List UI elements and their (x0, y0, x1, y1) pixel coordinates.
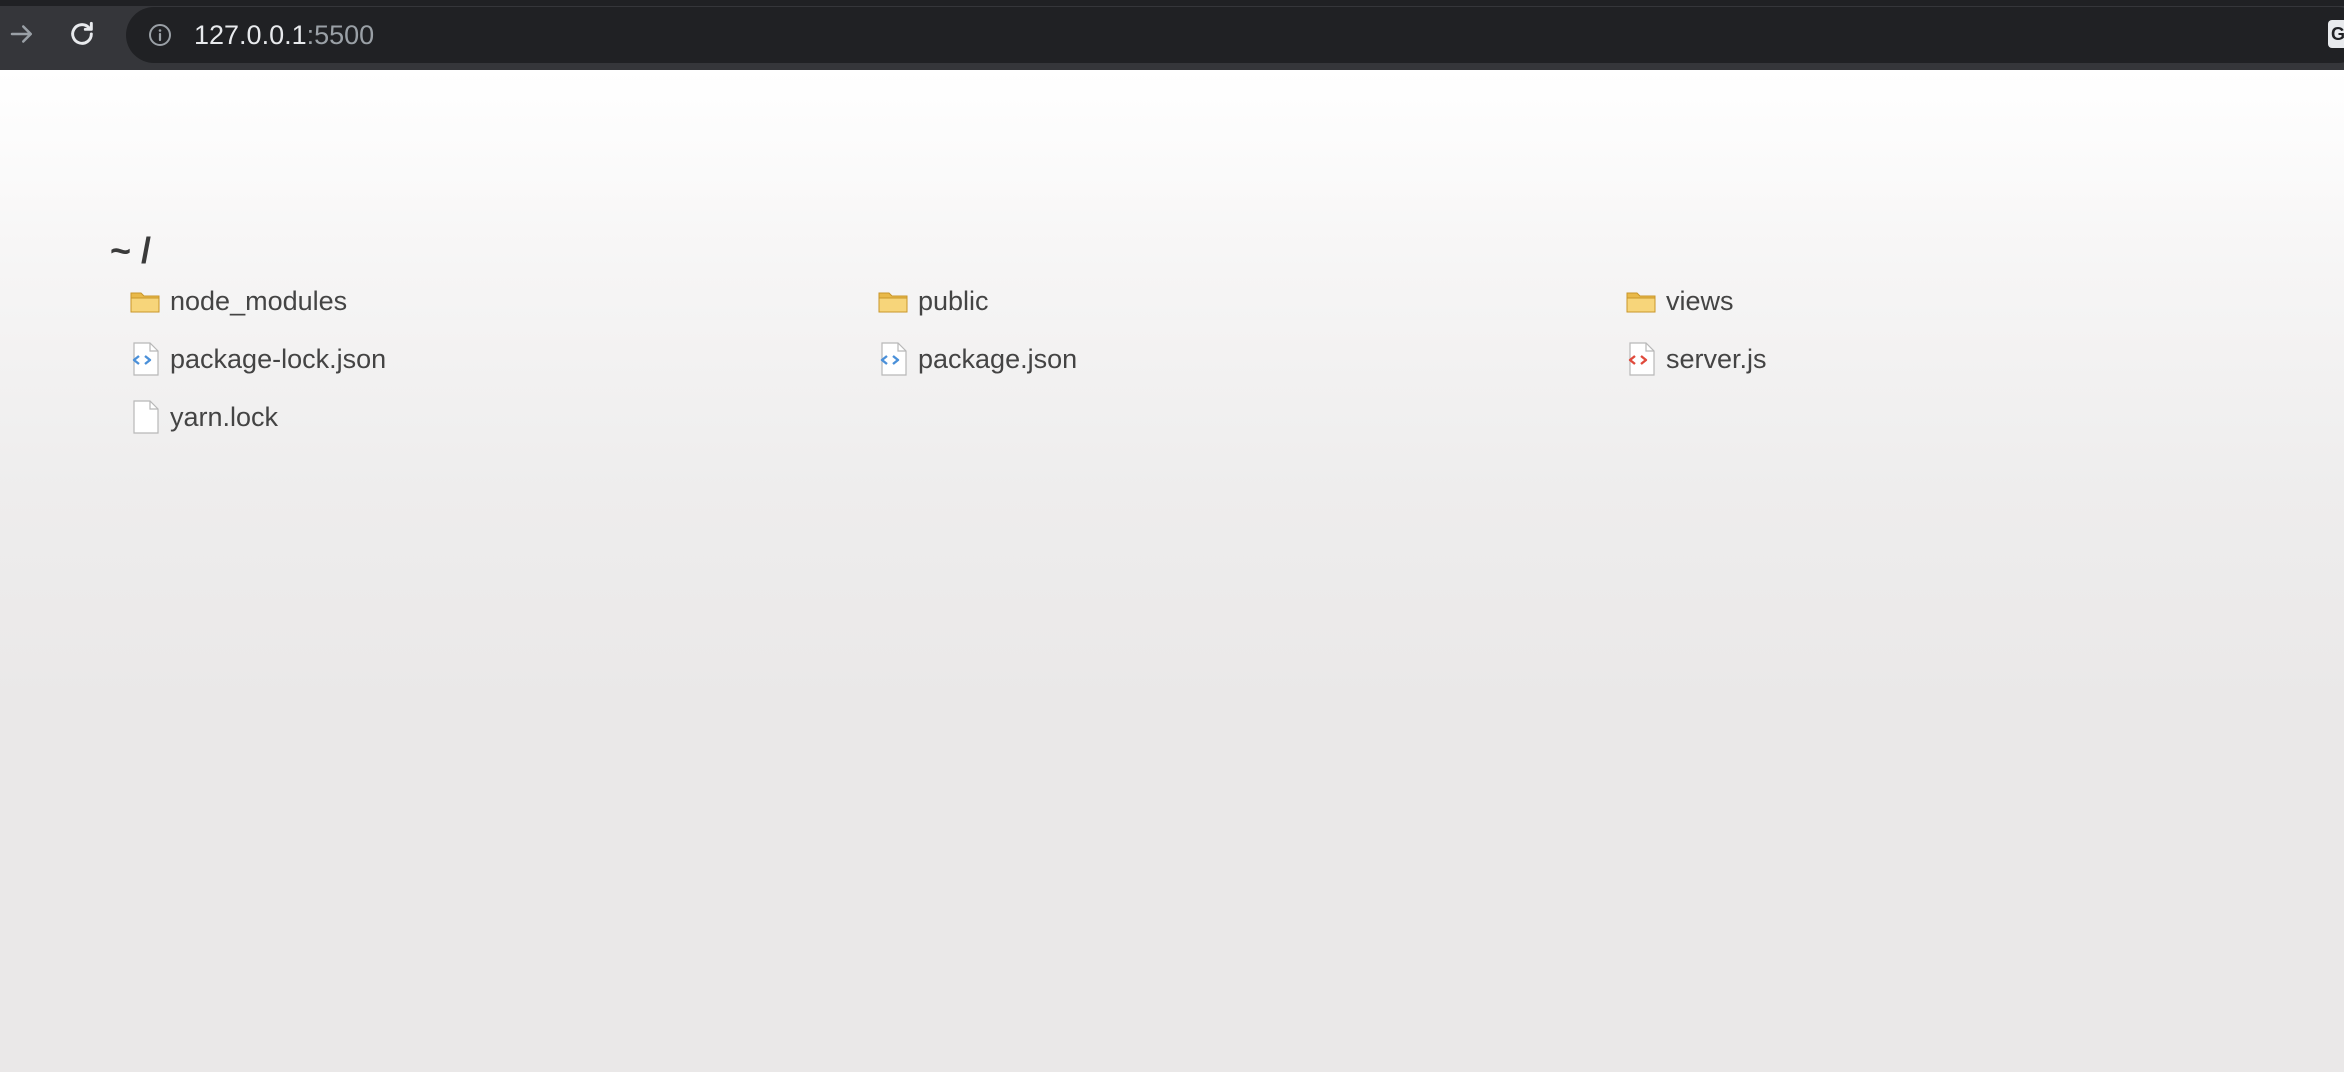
list-item-node-modules[interactable]: node_modules (130, 272, 347, 330)
extension-icon[interactable]: G (2328, 20, 2344, 48)
address-bar[interactable]: 127.0.0.1:5500 (126, 7, 2344, 63)
list-item-package-lock-json[interactable]: package-lock.json (130, 330, 386, 388)
blank-file-icon (130, 400, 160, 434)
json-file-icon (130, 342, 160, 376)
reload-icon (71, 21, 93, 45)
folder-icon (878, 284, 908, 318)
info-icon[interactable] (148, 23, 172, 47)
list-item-yarn-lock[interactable]: yarn.lock (130, 388, 278, 446)
file-name: package.json (918, 343, 1078, 374)
folder-icon (1626, 284, 1656, 318)
browser-toolbar: 127.0.0.1:5500 G (0, 0, 2344, 70)
file-name: yarn.lock (170, 401, 279, 432)
json-file-icon (878, 342, 908, 376)
reload-button[interactable] (60, 12, 104, 56)
file-name: node_modules (170, 285, 348, 316)
folder-icon (130, 284, 160, 318)
arrow-right-icon (10, 25, 32, 43)
url-text[interactable]: 127.0.0.1:5500 (194, 7, 374, 63)
list-item-views[interactable]: views (1626, 272, 1734, 330)
breadcrumb: ~ / (110, 230, 152, 271)
list-item-server-js[interactable]: server.js (1626, 330, 1767, 388)
file-name: public (918, 285, 989, 316)
list-item-package-json[interactable]: package.json (878, 330, 1077, 388)
directory-listing-page: ~ / node_modules public views package-lo… (0, 70, 2344, 1072)
file-name: package-lock.json (170, 343, 387, 374)
list-item-public[interactable]: public (878, 272, 989, 330)
forward-button[interactable] (0, 12, 44, 56)
file-name: server.js (1666, 343, 1767, 374)
js-file-icon (1626, 342, 1656, 376)
url-host: 127.0.0.1 (194, 20, 307, 50)
url-port: :5500 (306, 20, 375, 50)
file-name: views (1666, 285, 1734, 316)
